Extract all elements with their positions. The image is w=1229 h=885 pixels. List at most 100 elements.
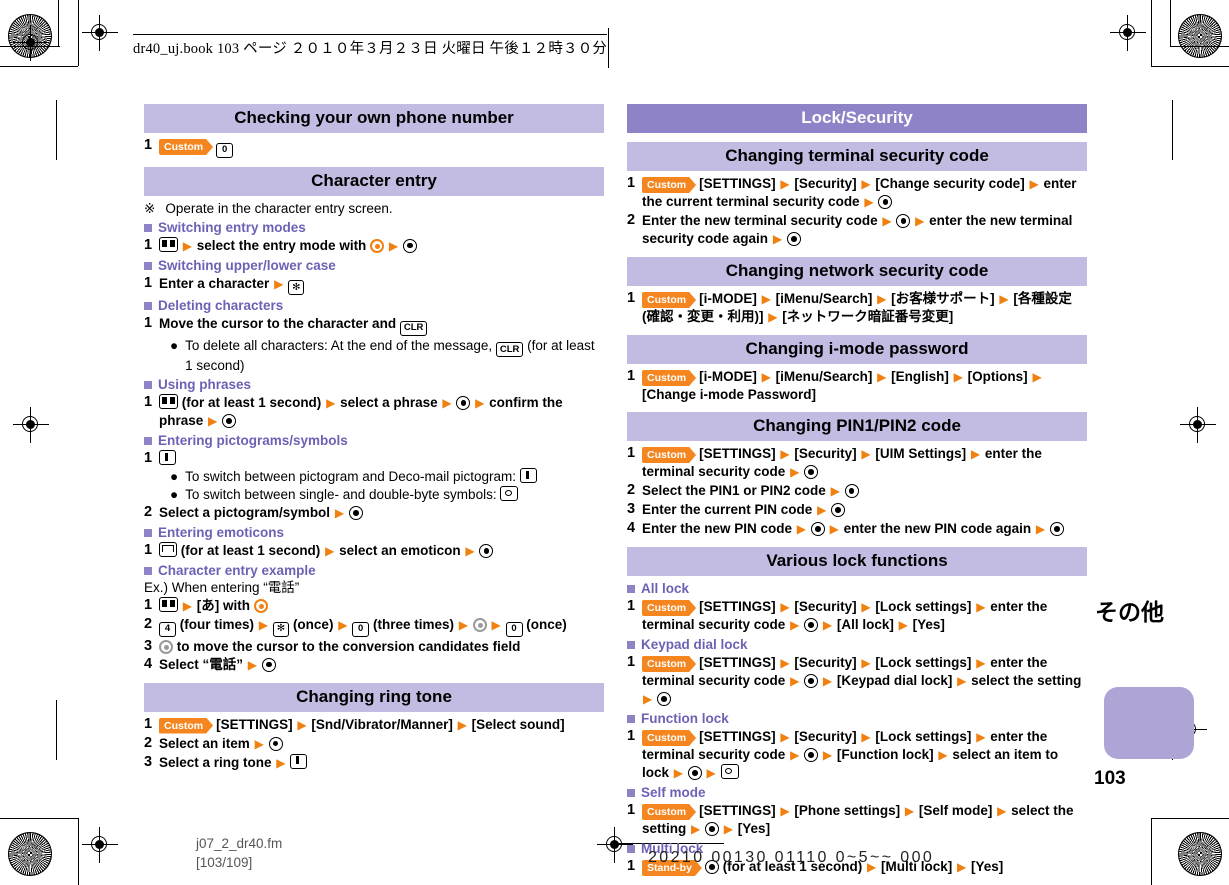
square-bullet-icon [144, 437, 152, 445]
arrow-icon: ▶ [829, 522, 839, 536]
custom-badge: Custom [642, 177, 696, 193]
arrow-icon: ▶ [1032, 370, 1042, 384]
crop-mark [608, 28, 609, 68]
arrow-icon: ▶ [706, 766, 716, 780]
arrow-icon: ▶ [691, 822, 701, 836]
step-row: 1 Custom [SETTINGS] ▶ [Snd/Vibrator/Manne… [144, 716, 604, 734]
mail-key-icon [159, 542, 177, 557]
menu-item: [Yes] [971, 859, 1004, 874]
arrow-icon: ▶ [780, 600, 790, 614]
menu-item: [English] [891, 369, 949, 384]
camera-key-icon [720, 764, 739, 779]
subhead-label: All lock [641, 581, 690, 596]
step-body: ▶ [あ] with [159, 597, 604, 615]
step-number: 1 [144, 597, 153, 613]
arrow-icon: ▶ [780, 730, 790, 744]
arrow-icon: ▶ [861, 447, 871, 461]
right-column: Lock/Security Changing terminal security… [627, 104, 1087, 876]
book-key-icon [159, 394, 178, 409]
square-bullet-icon [627, 585, 635, 593]
subhead-keypad-dial-lock: Keypad dial lock [627, 636, 1087, 653]
square-bullet-icon [144, 261, 152, 270]
running-head-text: dr40_uj.book 103 ページ ２０１０年３月２３日 火曜日 午後１２… [133, 34, 608, 58]
menu-item: [Change security code] [875, 176, 1025, 191]
custom-badge: Custom [159, 718, 213, 734]
menu-item: [Yes] [912, 617, 945, 632]
thumb-tab-label: その他 [1095, 600, 1164, 626]
crop-mark [56, 100, 57, 160]
arrow-icon: ▶ [790, 748, 800, 762]
section-header-various-lock: Various lock functions [627, 547, 1087, 576]
chapter-banner-lock-security: Lock/Security [627, 104, 1087, 133]
step-text-a: Enter the new terminal security code [642, 213, 878, 228]
arrow-icon: ▶ [1029, 177, 1039, 191]
menu-item: [Self mode] [918, 803, 993, 818]
custom-badge: Custom [642, 730, 696, 746]
step-number: 4 [144, 655, 153, 672]
subhead-label: Using phrases [158, 377, 252, 392]
step-body: Custom 0 [159, 137, 604, 158]
arrow-icon: ▶ [491, 618, 501, 632]
step-body: Select an item ▶ [159, 735, 604, 753]
menu-item: [Select sound] [471, 716, 565, 732]
step-body: Enter the current PIN code ▶ [642, 501, 1087, 519]
subhead-label: Keypad dial lock [641, 637, 748, 652]
arrow-icon: ▶ [976, 600, 986, 614]
step-row: 1 Custom [SETTINGS] ▶ [Security] ▶ [Lock … [627, 728, 1087, 782]
step-text: Select a ring tone [159, 754, 272, 770]
square-bullet-icon [144, 223, 152, 232]
step-body: (for at least 1 second) ▶ select a phras… [159, 394, 604, 430]
info-key-icon [290, 753, 308, 769]
custom-badge: Custom [159, 139, 213, 155]
step-number: 1 [627, 654, 636, 670]
arrow-icon: ▶ [877, 370, 887, 384]
step-body: Enter the new PIN code ▶ ▶ enter the new… [642, 520, 1087, 538]
menu-item: [ネットワーク暗証番号変更] [782, 309, 954, 324]
page-number: 103 [1094, 768, 1126, 789]
step-row: 3 to move the cursor to the conversion c… [144, 638, 604, 655]
select-key-icon [896, 214, 911, 228]
select-key-icon [878, 195, 893, 209]
step-number: 1 [144, 236, 153, 253]
step-body: 4 (four times) ▶ ✻ (once) ▶ 0 (three tim… [159, 616, 604, 637]
step-body: Custom [SETTINGS] ▶ [Phone settings] ▶ [S… [642, 802, 1087, 838]
arrow-icon: ▶ [938, 748, 948, 762]
menu-item: [Security] [794, 176, 857, 191]
nav-ring-down-icon [159, 639, 173, 654]
step-row: 1 Custom [SETTINGS] ▶ [Security] ▶ [Lock … [627, 654, 1087, 708]
step-number: 1 [627, 858, 636, 874]
step-row: 1 ▶ select the entry mode with ▶ [144, 236, 604, 255]
arrow-icon: ▶ [861, 600, 871, 614]
footer-filename: j07_2_dr40.fm [196, 836, 283, 851]
select-key-icon [657, 692, 671, 706]
step-text: Select the PIN1 or PIN2 code [642, 483, 826, 498]
custom-badge: Custom [642, 292, 696, 308]
arrow-icon: ▶ [182, 599, 192, 613]
book-key-icon [159, 597, 178, 612]
arrow-icon: ▶ [970, 447, 981, 461]
arrow-icon: ▶ [822, 748, 833, 762]
registration-mark [13, 25, 49, 61]
step-text: Enter the current PIN code [642, 502, 813, 517]
crop-mark [1151, 0, 1152, 66]
running-head: dr40_uj.book 103 ページ ２０１０年３月２３日 火曜日 午後１２… [133, 34, 608, 58]
registration-mark [1180, 407, 1216, 443]
arrow-icon: ▶ [864, 195, 874, 209]
arrow-icon: ▶ [790, 465, 800, 479]
key-0-chip: 0 [505, 621, 523, 637]
menu-item: [SETTINGS] [699, 599, 776, 614]
arrow-icon: ▶ [258, 618, 269, 632]
section-header-ring-tone: Changing ring tone [144, 682, 604, 712]
registration-mark [1110, 15, 1146, 51]
subhead-label: Character entry example [158, 563, 316, 578]
select-key-icon [261, 657, 276, 672]
step-row: 1 Enter a character ▶ ✻ [144, 275, 604, 295]
arrow-icon: ▶ [761, 370, 771, 384]
step-row: 1 ▶ [あ] with [144, 597, 604, 615]
arrow-icon: ▶ [276, 755, 286, 770]
arrow-icon: ▶ [830, 484, 840, 498]
arrow-icon: ▶ [790, 618, 800, 632]
camera-key-icon [500, 486, 519, 501]
step-text-b: select an emoticon [339, 543, 461, 558]
arrow-icon: ▶ [957, 674, 967, 688]
